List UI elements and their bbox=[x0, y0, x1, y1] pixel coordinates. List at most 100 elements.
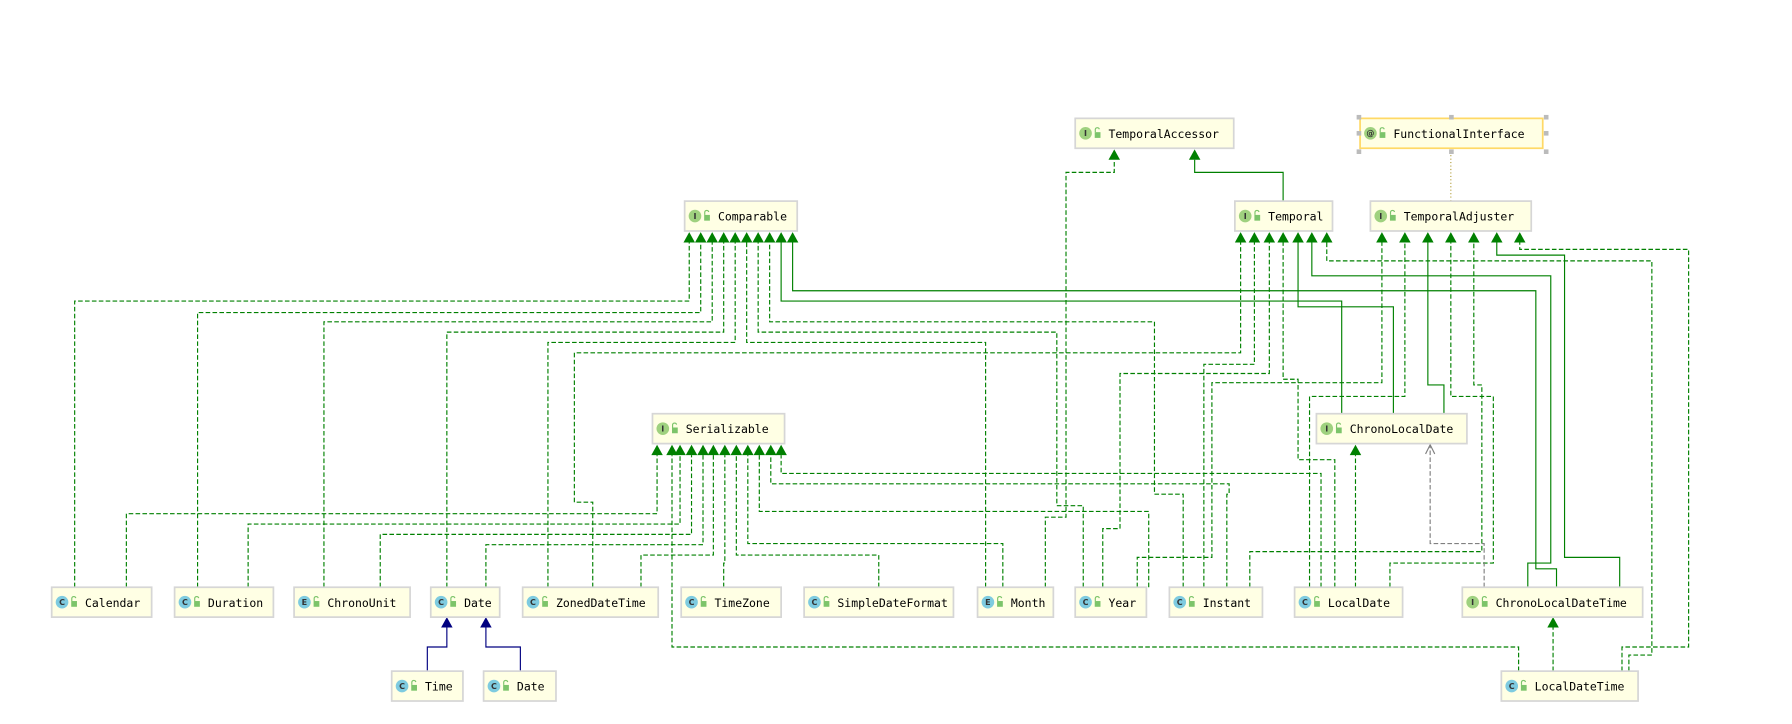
class-node-local-date-time[interactable]: C LocalDateTime bbox=[1500, 670, 1639, 702]
inheritance-edge[interactable] bbox=[379, 444, 698, 588]
class-node-sql-time[interactable]: C Time bbox=[390, 670, 464, 702]
inheritance-edge[interactable] bbox=[1136, 232, 1388, 588]
arrowhead-icon bbox=[1349, 444, 1362, 456]
arrowhead-icon bbox=[1491, 232, 1503, 243]
selection-handle[interactable] bbox=[1543, 149, 1549, 154]
node-label: SimpleDateFormat bbox=[837, 596, 947, 610]
interface-icon: I bbox=[688, 209, 702, 223]
class-node-temporal-adjuster[interactable]: I TemporalAdjuster bbox=[1369, 200, 1533, 232]
node-label: TimeZone bbox=[715, 596, 770, 610]
node-label: TemporalAdjuster bbox=[1404, 210, 1515, 224]
class-node-local-date[interactable]: C LocalDate bbox=[1293, 586, 1404, 618]
class-icon: C bbox=[434, 595, 448, 609]
class-node-zoned-date-time[interactable]: C ZonedDateTime bbox=[521, 586, 660, 618]
arrowhead-icon bbox=[707, 444, 720, 456]
inheritance-edge[interactable] bbox=[730, 444, 880, 588]
selection-handle[interactable] bbox=[1356, 149, 1362, 154]
class-node-time-zone[interactable]: C TimeZone bbox=[680, 586, 782, 618]
inheritance-edge[interactable] bbox=[1292, 232, 1394, 414]
arrowhead-icon bbox=[742, 444, 754, 456]
inheritance-edge[interactable] bbox=[1308, 232, 1411, 588]
node-label: Date bbox=[464, 596, 492, 610]
class-node-year[interactable]: C Year bbox=[1074, 586, 1148, 618]
arrowhead-icon bbox=[1248, 232, 1261, 243]
final-class-icon: C bbox=[1079, 595, 1092, 609]
inheritance-edge[interactable] bbox=[742, 444, 1004, 588]
arrowhead-icon bbox=[685, 444, 698, 456]
inheritance-edge[interactable] bbox=[666, 444, 1520, 672]
inheritance-edge[interactable] bbox=[1277, 232, 1336, 588]
class-node-comparable[interactable]: I Comparable bbox=[683, 200, 799, 232]
inheritance-edge[interactable] bbox=[1188, 149, 1284, 202]
class-node-chrono-unit[interactable]: E ChronoUnit bbox=[293, 586, 411, 618]
inheritance-edge[interactable] bbox=[719, 444, 731, 588]
inheritance-edge[interactable] bbox=[753, 444, 1150, 588]
arrowhead-icon bbox=[729, 232, 741, 243]
svg-text:C: C bbox=[182, 598, 188, 607]
arrowhead-icon bbox=[441, 617, 453, 628]
dependency-edge[interactable] bbox=[1425, 443, 1485, 588]
svg-text:C: C bbox=[1509, 682, 1515, 691]
arrowhead-icon bbox=[1292, 232, 1304, 243]
class-node-chrono-local-date[interactable]: I ChronoLocalDate bbox=[1315, 412, 1468, 445]
node-label: TemporalAccessor bbox=[1109, 127, 1220, 141]
selection-handle[interactable] bbox=[1543, 114, 1549, 120]
arrowhead-icon bbox=[1277, 232, 1289, 243]
inheritance-edge[interactable] bbox=[1547, 617, 1559, 672]
inheritance-edge[interactable] bbox=[125, 444, 663, 588]
arrowhead-icon bbox=[694, 232, 707, 243]
arrowhead-icon bbox=[752, 232, 764, 243]
class-node-temporal[interactable]: I Temporal bbox=[1234, 200, 1334, 232]
class-node-calendar[interactable]: C Calendar bbox=[50, 586, 153, 618]
class-node-simple-date-format[interactable]: C SimpleDateFormat bbox=[803, 586, 955, 618]
selection-handle[interactable] bbox=[1449, 114, 1454, 120]
inheritance-edge[interactable] bbox=[740, 232, 987, 588]
inheritance-edge[interactable] bbox=[247, 444, 686, 588]
selection-handle[interactable] bbox=[1356, 114, 1362, 120]
inheritance-edge[interactable] bbox=[775, 232, 1343, 414]
inheritance-edge[interactable] bbox=[480, 617, 521, 672]
class-node-functional-interface[interactable]: @ FunctionalInterface bbox=[1359, 117, 1544, 150]
class-node-serializable[interactable]: I Serializable bbox=[651, 412, 786, 445]
inheritance-edge[interactable] bbox=[752, 232, 1084, 588]
node-label: ChronoLocalDate bbox=[1350, 422, 1454, 436]
class-node-month[interactable]: E Month bbox=[976, 586, 1055, 618]
inheritance-edge[interactable] bbox=[775, 444, 1322, 588]
inheritance-edge[interactable] bbox=[786, 232, 1558, 588]
final-class-icon: C bbox=[178, 595, 192, 609]
arrowhead-icon bbox=[651, 444, 663, 456]
inheritance-edge[interactable] bbox=[485, 444, 709, 588]
node-label: Temporal bbox=[1268, 210, 1323, 224]
arrowhead-icon bbox=[1547, 617, 1559, 628]
enum-icon: E bbox=[298, 595, 311, 609]
inheritance-edge[interactable] bbox=[1102, 232, 1276, 588]
interface-icon: I bbox=[1320, 422, 1334, 435]
abstract-class-icon: C bbox=[685, 595, 698, 609]
inheritance-edge[interactable] bbox=[1349, 444, 1362, 588]
selection-handle[interactable] bbox=[1356, 131, 1362, 136]
svg-text:C: C bbox=[1302, 598, 1308, 607]
svg-text:C: C bbox=[59, 598, 65, 607]
svg-text:C: C bbox=[438, 598, 444, 607]
class-node-date[interactable]: C Date bbox=[429, 586, 501, 618]
arrowhead-icon bbox=[683, 232, 695, 243]
selection-handle[interactable] bbox=[1449, 149, 1454, 154]
svg-text:C: C bbox=[399, 682, 405, 691]
class-node-temporal-accessor[interactable]: I TemporalAccessor bbox=[1074, 117, 1235, 150]
class-node-duration[interactable]: C Duration bbox=[173, 586, 275, 618]
inheritance-edge[interactable] bbox=[1491, 232, 1621, 588]
class-node-instant[interactable]: C Instant bbox=[1168, 586, 1264, 618]
svg-text:C: C bbox=[491, 682, 497, 691]
inheritance-edge[interactable] bbox=[426, 617, 453, 672]
inheritance-edge[interactable] bbox=[765, 444, 1230, 588]
node-label: Month bbox=[1011, 596, 1046, 610]
svg-text:E: E bbox=[985, 598, 990, 607]
inheritance-edge[interactable] bbox=[1249, 232, 1483, 588]
inheritance-edge[interactable] bbox=[1422, 232, 1445, 414]
class-node-chrono-local-date-time[interactable]: I ChronoLocalDateTime bbox=[1461, 586, 1644, 618]
nodes-layer: I TemporalAccessor @ FunctionalInterface I Co… bbox=[50, 114, 1644, 702]
selection-handle[interactable] bbox=[1543, 131, 1549, 136]
svg-text:C: C bbox=[530, 598, 536, 607]
interface-icon: I bbox=[1466, 595, 1479, 609]
class-node-sql-date[interactable]: C Date bbox=[482, 670, 557, 702]
